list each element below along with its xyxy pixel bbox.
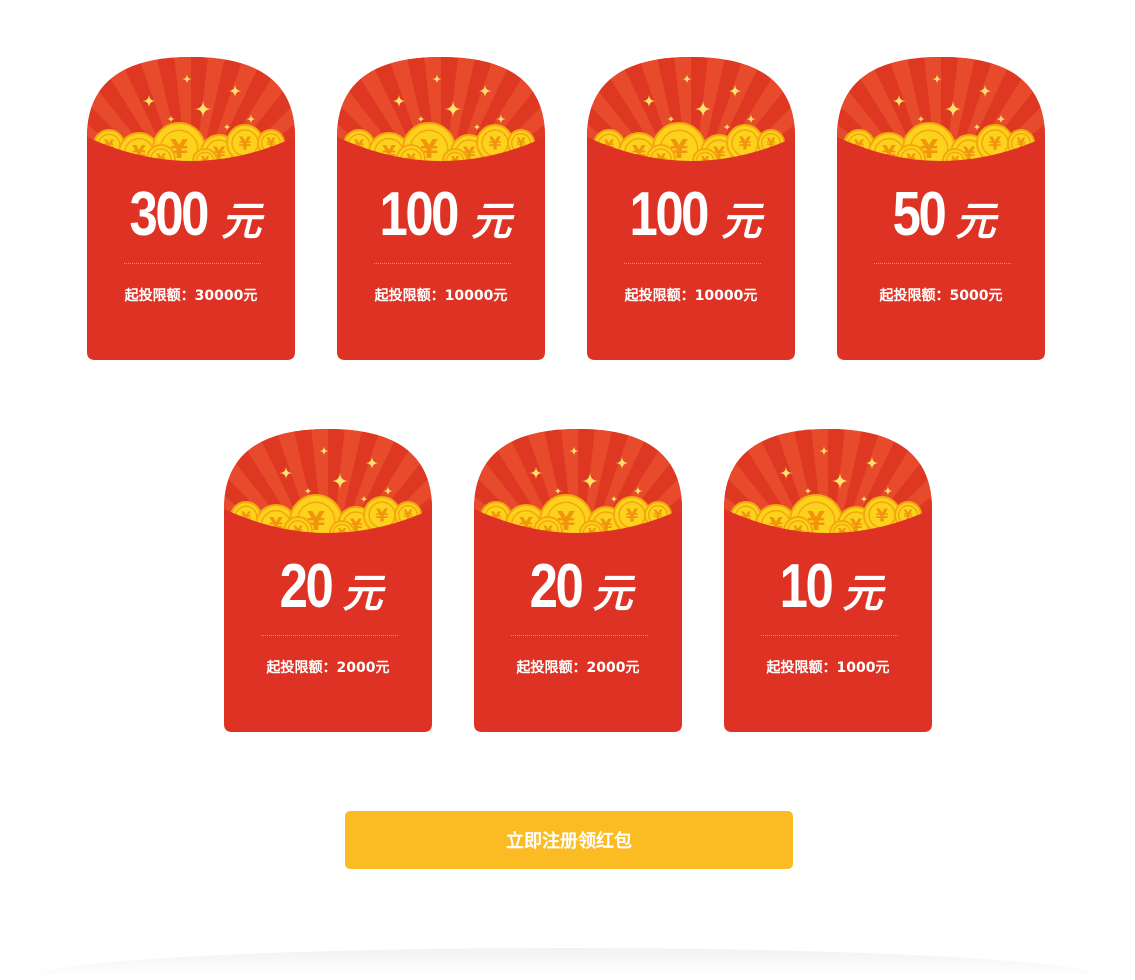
investment-limit: 起投限额：1000元 — [766, 660, 890, 676]
amount-unit: 元 — [342, 571, 383, 617]
amount-value: 100 — [379, 180, 459, 249]
dotted-divider — [624, 263, 761, 264]
envelope-amount: 50 元 — [837, 179, 1045, 250]
amount-unit: 元 — [721, 199, 762, 245]
red-envelope-2[interactable]: ¥¥¥¥¥¥¥¥ 100元 起投限额：10000元 — [337, 57, 545, 360]
investment-limit: 起投限额：5000元 — [879, 288, 1003, 304]
dotted-divider — [511, 635, 648, 636]
red-envelope-7[interactable]: ¥¥¥¥¥¥¥¥ 10元 起投限额：1000元 — [724, 429, 932, 732]
red-envelope-1[interactable]: ¥¥¥¥¥¥¥¥ 300元 起投限额：30000元 — [87, 57, 295, 360]
envelope-amount: 300 元 — [87, 179, 295, 250]
amount-value: 20 — [529, 552, 583, 621]
amount-unit: 元 — [955, 199, 996, 245]
investment-limit: 起投限额：2000元 — [266, 660, 390, 676]
investment-limit: 起投限额：10000元 — [624, 288, 758, 304]
dotted-divider — [261, 635, 398, 636]
envelope-amount: 100 元 — [587, 179, 795, 250]
dotted-divider — [874, 263, 1011, 264]
envelope-amount: 100 元 — [337, 179, 545, 250]
red-envelope-5[interactable]: ¥¥¥¥¥¥¥¥ 20元 起投限额：2000元 — [224, 429, 432, 732]
investment-limit: 起投限额：30000元 — [124, 288, 258, 304]
red-envelope-3[interactable]: ¥¥¥¥¥¥¥¥ 100元 起投限额：10000元 — [587, 57, 795, 360]
amount-value: 10 — [779, 552, 833, 621]
amount-unit: 元 — [842, 571, 883, 617]
dotted-divider — [761, 635, 898, 636]
envelope-amount: 20 元 — [474, 551, 682, 622]
red-envelope-4[interactable]: ¥¥¥¥¥¥¥¥ 50元 起投限额：5000元 — [837, 57, 1045, 360]
svg-text:¥: ¥ — [489, 133, 502, 154]
svg-text:¥: ¥ — [876, 505, 889, 526]
amount-unit: 元 — [221, 199, 262, 245]
investment-limit: 起投限额：10000元 — [374, 288, 508, 304]
dotted-divider — [374, 263, 511, 264]
svg-text:¥: ¥ — [239, 133, 252, 154]
envelope-amount: 10 元 — [724, 551, 932, 622]
svg-text:¥: ¥ — [376, 505, 389, 526]
investment-limit: 起投限额：2000元 — [516, 660, 640, 676]
amount-value: 20 — [279, 552, 333, 621]
register-claim-button[interactable]: 立即注册领红包 — [345, 811, 793, 869]
svg-text:¥: ¥ — [739, 133, 752, 154]
envelope-amount: 20 元 — [224, 551, 432, 622]
red-envelope-6[interactable]: ¥¥¥¥¥¥¥¥ 20元 起投限额：2000元 — [474, 429, 682, 732]
svg-text:¥: ¥ — [989, 133, 1002, 154]
footer-shadow — [30, 948, 1105, 978]
svg-text:¥: ¥ — [626, 505, 639, 526]
amount-value: 50 — [892, 180, 946, 249]
amount-unit: 元 — [471, 199, 512, 245]
dotted-divider — [124, 263, 261, 264]
amount-unit: 元 — [592, 571, 633, 617]
amount-value: 300 — [129, 180, 209, 249]
amount-value: 100 — [629, 180, 709, 249]
